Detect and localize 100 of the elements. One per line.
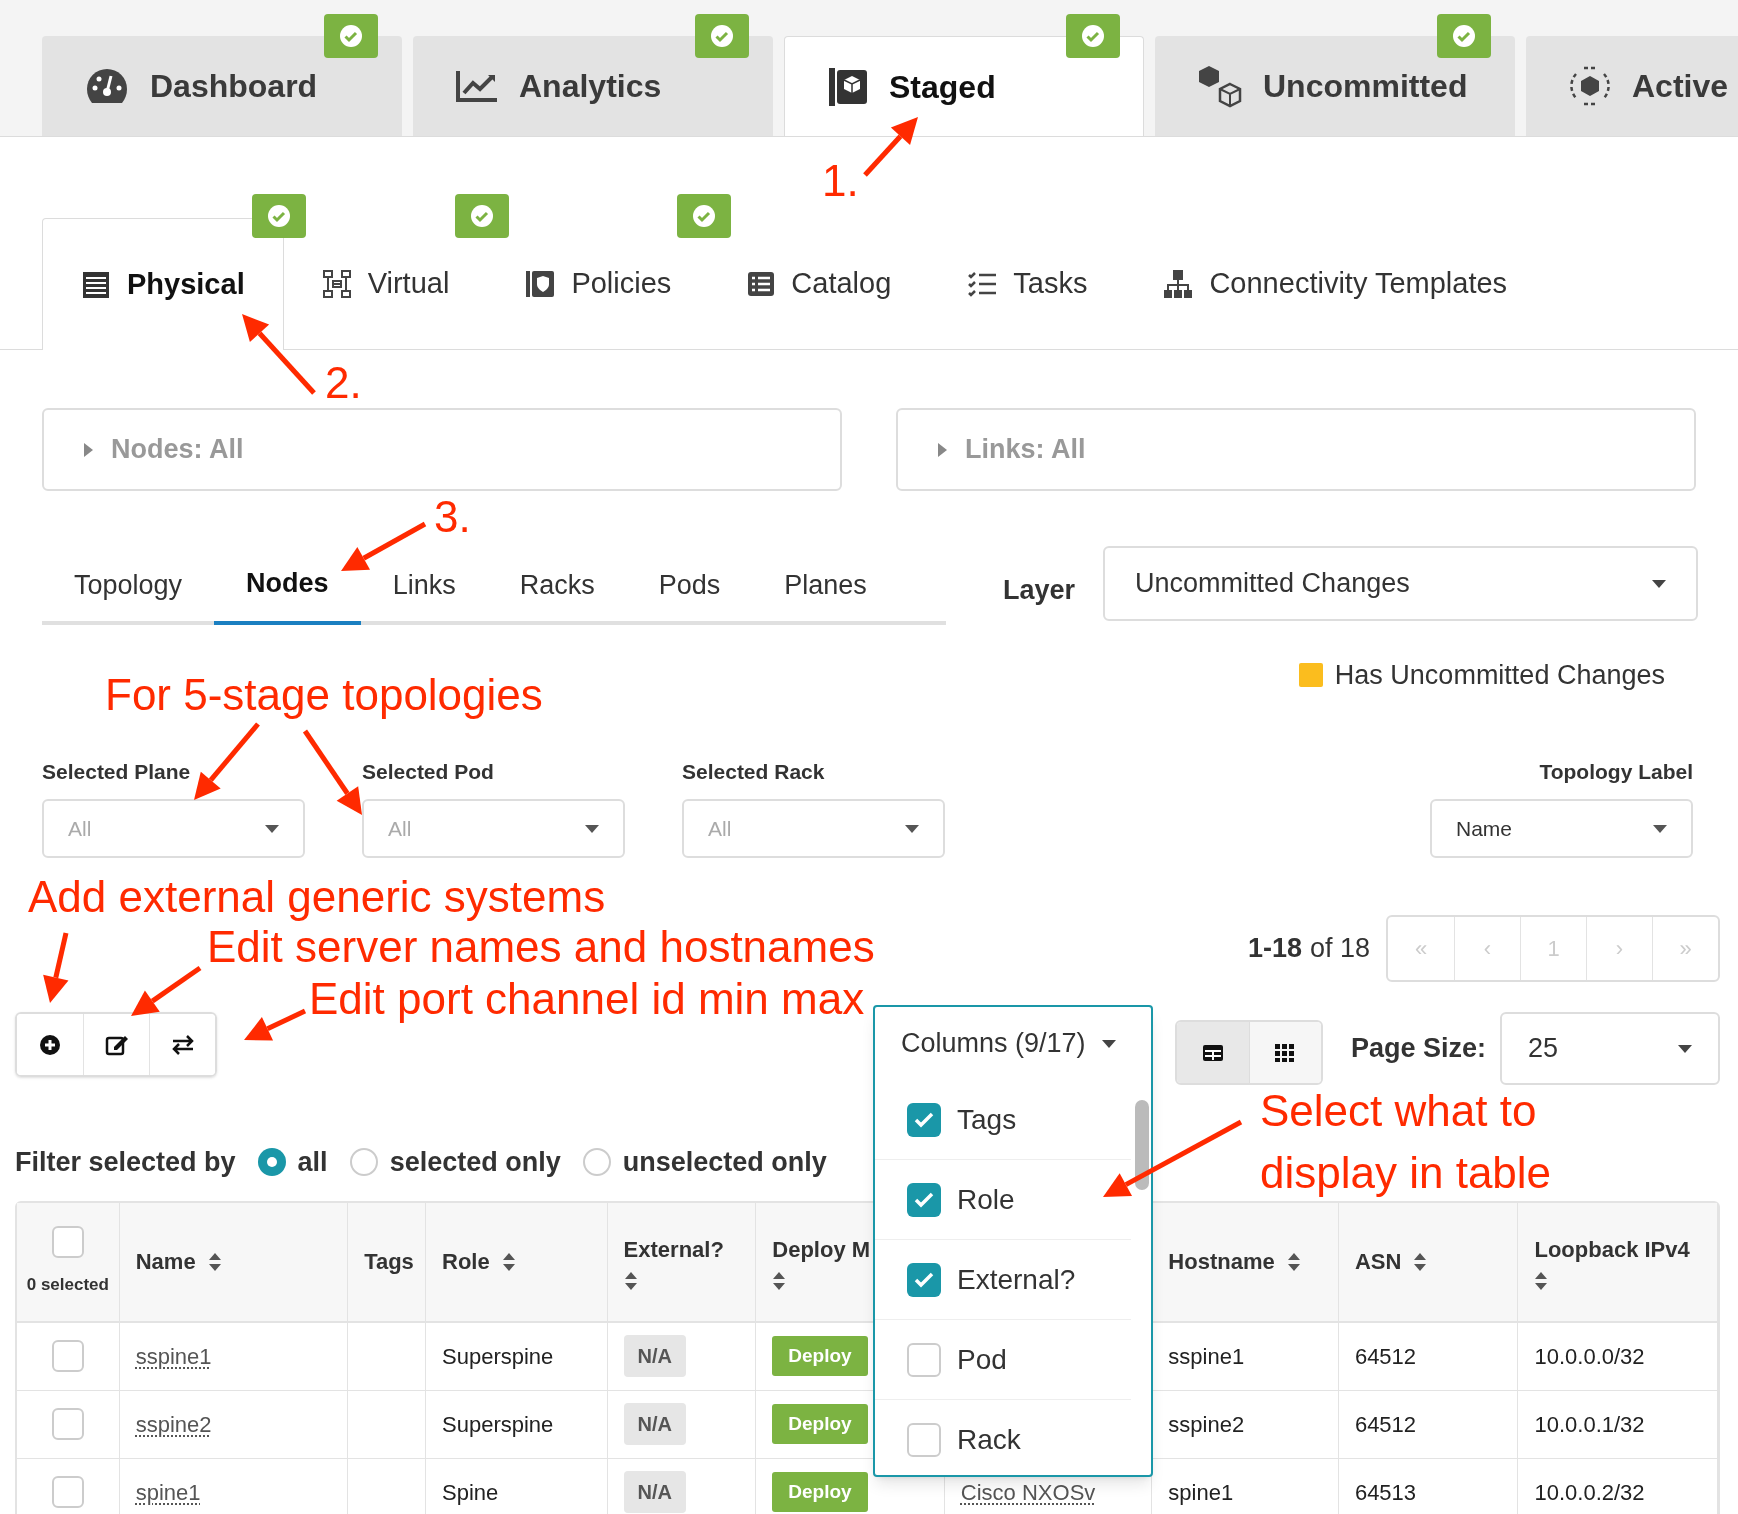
view-toggle-button[interactable] [1248,1022,1321,1083]
caret-icon [1652,579,1667,588]
table-icon [1201,1043,1224,1062]
column-header[interactable]: External? [623,1233,724,1290]
layer-label: Layer [1003,574,1076,607]
add-button[interactable] [17,1014,83,1075]
layer-select[interactable]: Uncommitted Changes [1103,546,1699,621]
column-header[interactable]: Name [135,1245,222,1278]
selector-label: Selected Plane [42,758,192,785]
section-tab[interactable]: Catalog [709,218,930,349]
sort-icon[interactable] [772,1272,787,1290]
network-icon [321,268,352,299]
page-total: of 18 [1309,933,1370,964]
annotation-text: Edit server names and hostnames [207,924,875,970]
radio-label[interactable]: unselected only [622,1142,827,1183]
sort-icon[interactable] [207,1252,222,1271]
column-header[interactable]: ASN [1354,1245,1428,1278]
caret-icon [1101,1039,1116,1048]
table-cell-text: 64512 [1354,1342,1417,1371]
selector-label: Topology Label [1539,758,1693,785]
view-tab[interactable]: Racks [487,546,627,625]
main-tab[interactable]: Analytics [413,36,773,136]
view-toggle-button[interactable] [1176,1022,1249,1083]
checkbox[interactable] [51,1340,84,1372]
column-option[interactable]: Rack [957,1418,1021,1461]
selector-label: Selected Pod [362,758,495,785]
column-header[interactable]: Tags [364,1245,414,1278]
scrollbar-thumb[interactable] [1135,1100,1149,1190]
column-header[interactable]: Hostname [1168,1245,1301,1278]
select-field[interactable]: Name [1430,799,1693,858]
section-tab[interactable]: Policies [487,218,710,349]
sort-icon[interactable] [1413,1252,1428,1271]
annotation-text: Edit port channel id min max [309,976,865,1022]
column-option[interactable]: Pod [957,1338,1007,1381]
view-tab[interactable]: Links [360,546,488,625]
edit-button[interactable] [83,1014,149,1075]
table-cell-text: Spine [442,1478,499,1507]
caret-icon [265,824,279,833]
section-tab[interactable]: Connectivity Templates [1125,218,1546,349]
radio-button[interactable] [257,1148,286,1177]
main-tab[interactable]: Uncommitted [1155,36,1515,136]
gauge-icon [84,66,130,106]
column-header[interactable]: Deploy M [772,1233,871,1290]
swap-button[interactable] [149,1014,215,1075]
main-tab[interactable]: Staged [784,36,1144,136]
annotation-text: 3. [434,494,471,540]
column-option[interactable]: Tags [957,1098,1017,1141]
checkbox[interactable] [907,1262,941,1297]
radio-label[interactable]: selected only [389,1142,561,1183]
book-cube-icon [827,66,869,108]
page-size-select[interactable]: 25 [1500,1012,1720,1085]
section-tab[interactable]: Tasks [929,218,1126,349]
node-link[interactable]: sspine2 [135,1407,212,1441]
hierarchy-icon [1163,268,1194,299]
column-header[interactable]: Loopback IPv4 [1534,1233,1690,1290]
main-tab[interactable]: Active [1526,36,1738,136]
column-option[interactable]: External? [957,1258,1076,1301]
checkbox[interactable] [907,1102,941,1137]
sort-icon[interactable] [623,1272,638,1290]
node-link[interactable]: sspine1 [135,1339,212,1373]
radio-label[interactable]: all [297,1142,328,1183]
view-tab[interactable]: Planes [752,546,899,625]
node-link[interactable]: spine1 [135,1475,201,1509]
table-cell-text: 64513 [1354,1478,1417,1507]
view-tab[interactable]: Pods [626,546,753,625]
annotation-text: 2. [325,360,362,406]
column-header[interactable]: Role [442,1245,516,1278]
table-cell-text: Superspine [442,1342,554,1371]
column-option[interactable]: Role [957,1178,1015,1221]
sort-icon[interactable] [501,1252,516,1271]
columns-dropdown[interactable]: Columns (9/17) Tags Role External? Pod Rack [873,1005,1153,1477]
swap-arrows-icon [170,1034,195,1055]
radio-button[interactable] [349,1148,378,1177]
checkbox[interactable] [51,1408,84,1440]
sort-icon[interactable] [1534,1272,1549,1290]
view-tab[interactable]: Topology [42,546,215,625]
node-link[interactable]: Cisco NXOSv [960,1475,1096,1509]
section-tab[interactable]: Physical [42,218,284,350]
checkbox[interactable] [907,1422,941,1457]
main-tab[interactable]: Dashboard [42,36,402,136]
checkbox[interactable] [51,1476,84,1508]
grid-icon [1274,1042,1297,1063]
checkmark-icon [914,1111,934,1128]
legend-label: Has Uncommitted Changes [1334,659,1665,692]
status-tag: N/A [623,1403,687,1445]
line-chart-icon [455,69,499,103]
sort-icon[interactable] [1286,1252,1301,1271]
caret-icon [1678,1044,1692,1053]
checkbox[interactable] [907,1182,941,1217]
checkbox[interactable] [51,1225,84,1258]
section-tab[interactable]: Virtual [283,218,488,349]
radio-button[interactable] [582,1148,611,1177]
cube-signal-icon [1568,64,1612,108]
table-cell-text: 10.0.0.1/32 [1534,1410,1645,1439]
expand-caret-icon [938,442,947,457]
table-cell-text: sspine1 [1168,1342,1245,1371]
checkbox[interactable] [907,1342,941,1377]
annotation-text: Add external generic systems [28,874,606,920]
selected-count: 0 selected [26,1273,109,1296]
checklist-icon [967,270,998,297]
